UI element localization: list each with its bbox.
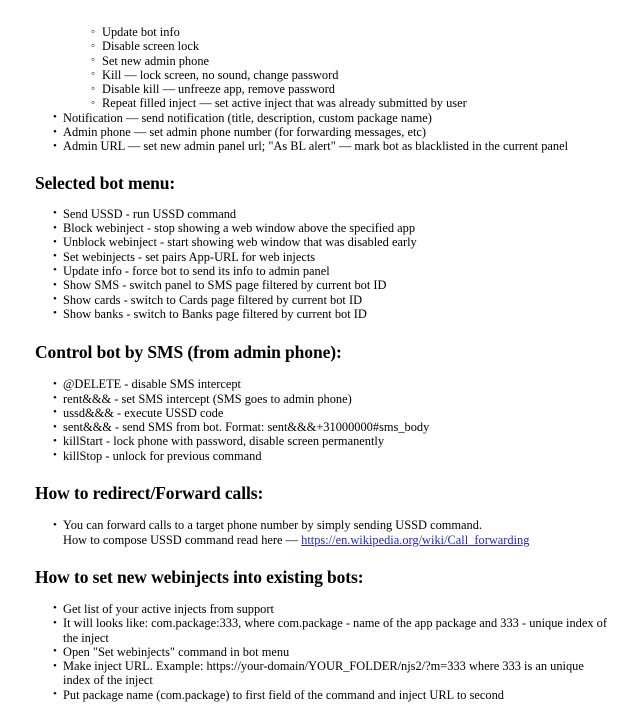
list-item: Repeat filled inject — set active inject… bbox=[91, 96, 620, 111]
list-item: Update info - force bot to send its info… bbox=[53, 263, 620, 278]
list-item: Make inject URL. Example: https://your-d… bbox=[53, 659, 620, 688]
list-item: killStop - unlock for previous command bbox=[53, 448, 620, 463]
list-item: Show banks - switch to Banks page filter… bbox=[53, 306, 620, 321]
list-item: Set new admin phone bbox=[91, 53, 620, 68]
list-item: Show SMS - switch panel to SMS page filt… bbox=[53, 278, 620, 293]
list-item: Disable kill — unfreeze app, remove pass… bbox=[91, 82, 620, 97]
forward-calls-line2-prefix: How to compose USSD command read here — bbox=[63, 532, 302, 547]
section-heading-control-bot-by-sms: Control bot by SMS (from admin phone): bbox=[35, 342, 342, 363]
list-item: Show cards - switch to Cards page filter… bbox=[53, 292, 620, 307]
list-item: ussd&&& - execute USSD code bbox=[53, 405, 620, 420]
list-item: Update bot info bbox=[91, 24, 620, 39]
list-item: Admin phone — set admin phone number (fo… bbox=[53, 125, 620, 140]
intro-list: Notification — send notification (title,… bbox=[0, 110, 620, 154]
list-item: Open "Set webinjects" command in bot men… bbox=[53, 644, 620, 659]
section-heading-redirect-forward-calls: How to redirect/Forward calls: bbox=[35, 483, 264, 504]
list-item: It will looks like: com.package:333, whe… bbox=[53, 616, 620, 645]
list-item: killStart - lock phone with password, di… bbox=[53, 434, 620, 449]
list-item: Notification — send notification (title,… bbox=[53, 110, 620, 125]
set-webinjects-list: Get list of your active injects from sup… bbox=[0, 601, 620, 702]
call-forwarding-wikipedia-link[interactable]: https://en.wikipedia.org/wiki/Call_forwa… bbox=[301, 533, 529, 547]
section-heading-selected-bot-menu: Selected bot menu: bbox=[35, 172, 176, 193]
intro-sub-list: Update bot info Disable screen lock Set … bbox=[0, 24, 620, 111]
list-item: You can forward calls to a target phone … bbox=[53, 518, 620, 547]
control-bot-by-sms-list: @DELETE - disable SMS intercept rent&&& … bbox=[0, 377, 620, 463]
list-item: sent&&& - send SMS from bot. Format: sen… bbox=[53, 420, 620, 435]
list-item: Set webinjects - set pairs App-URL for w… bbox=[53, 249, 620, 264]
list-item: Put package name (com.package) to first … bbox=[53, 687, 620, 702]
section-heading-set-new-webinjects: How to set new webinjects into existing … bbox=[35, 566, 364, 587]
list-item: Admin URL — set new admin panel url; "As… bbox=[53, 139, 620, 154]
list-item: rent&&& - set SMS intercept (SMS goes to… bbox=[53, 391, 620, 406]
list-item: Get list of your active injects from sup… bbox=[53, 601, 620, 616]
forward-calls-line1: You can forward calls to a target phone … bbox=[63, 518, 483, 533]
list-item: Kill — lock screen, no sound, change pas… bbox=[91, 67, 620, 82]
list-item: Disable screen lock bbox=[91, 39, 620, 54]
forward-calls-list: You can forward calls to a target phone … bbox=[0, 518, 620, 547]
list-item: @DELETE - disable SMS intercept bbox=[53, 377, 620, 392]
list-item: Send USSD - run USSD command bbox=[53, 206, 620, 221]
selected-bot-menu-list: Send USSD - run USSD command Block webin… bbox=[0, 206, 620, 321]
list-item: Block webinject - stop showing a web win… bbox=[53, 221, 620, 236]
document-page: Update bot info Disable screen lock Set … bbox=[0, 0, 620, 721]
list-item: Unblock webinject - start showing web wi… bbox=[53, 235, 620, 250]
